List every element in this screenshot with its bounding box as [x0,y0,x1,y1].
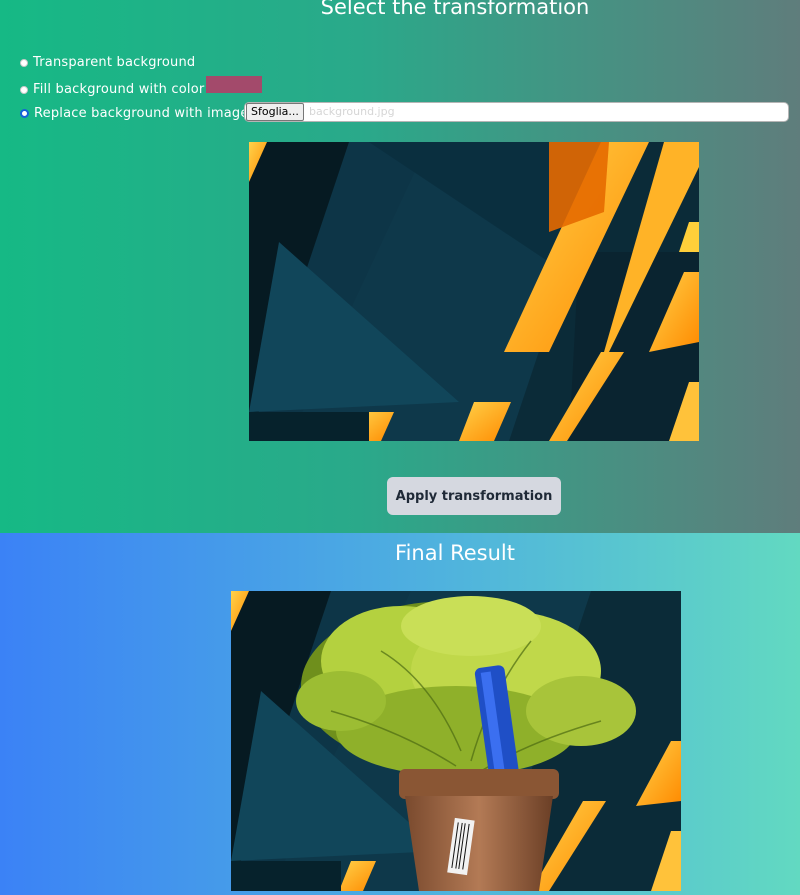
option-replace-image[interactable]: Replace background with image [20,106,249,121]
option-label: Fill background with color [33,82,205,97]
color-picker[interactable] [206,76,262,93]
result-image [231,591,681,891]
radio-replace-image[interactable] [20,109,29,118]
radio-fill-color[interactable] [20,85,28,94]
transformation-section: Select the transformation Transparent ba… [0,0,800,533]
radio-transparent[interactable] [20,58,28,67]
browse-button[interactable]: Sfoglia... [246,103,304,121]
section-title: Final Result [395,541,515,565]
option-label: Replace background with image [34,106,249,121]
apply-transformation-button[interactable]: Apply transformation [387,477,561,515]
option-label: Transparent background [33,55,196,70]
option-fill-color[interactable]: Fill background with color [20,82,204,97]
file-name: background.jpg [309,105,395,118]
file-input[interactable]: Sfoglia... background.jpg [244,102,789,122]
background-preview-image [249,142,699,441]
section-title: Select the transformation [320,0,590,19]
option-transparent[interactable]: Transparent background [20,55,195,70]
